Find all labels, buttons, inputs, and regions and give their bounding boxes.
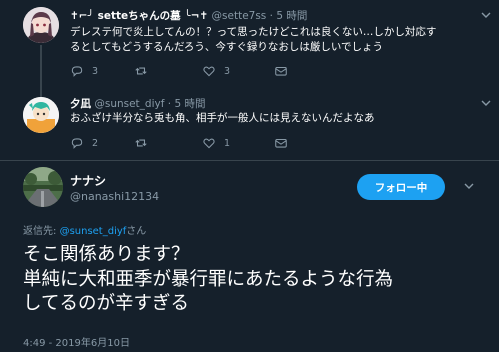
- divider: [0, 160, 499, 161]
- display-name[interactable]: ナナシ: [70, 172, 106, 189]
- like-count: 1: [224, 137, 231, 149]
- handle[interactable]: @nanashi12134: [70, 190, 159, 203]
- action-bar: 3 3: [70, 64, 450, 80]
- chevron-down-icon[interactable]: [479, 97, 493, 111]
- separator: ·: [167, 98, 172, 110]
- thread-line: [40, 90, 42, 97]
- tweet-text-line: そこ関係あります？: [23, 244, 190, 265]
- tweet-text-line: してるのが辛すぎる: [23, 293, 189, 314]
- timestamp[interactable]: 5 時間: [276, 10, 307, 22]
- like-button[interactable]: 1: [202, 136, 230, 150]
- separator: ·: [269, 10, 273, 22]
- like-icon: [203, 66, 215, 77]
- reply-tweet-1[interactable]: ✝⌐╯ setteちゃんの墓 ╰¬✝ @sette7ss · 5 時間 デレステ…: [0, 0, 499, 97]
- reply-button[interactable]: 3: [70, 64, 98, 78]
- tweet-text-line: デレステ何で炎上してんの！？って思ったけどこれは良くない…しかし対応す: [70, 26, 437, 38]
- action-bar: 2 1: [70, 136, 450, 152]
- display-name[interactable]: 夕凪: [70, 98, 91, 110]
- tweet-text: デレステ何で炎上してんの！？って思ったけどこれは良くない…しかし対応す るとして…: [70, 25, 436, 55]
- main-tweet-text: そこ関係あります？ 単純に大和亜季が暴行罪にあたるような行為 してるのが辛すぎる: [23, 243, 393, 317]
- dm-icon: [275, 66, 287, 76]
- reply-count: 2: [92, 137, 99, 149]
- tweet-text-line: おふざけ半分なら兎も角、相手が一般人には見えないんだよなあ: [70, 112, 375, 124]
- dm-icon: [275, 138, 287, 148]
- replying-prefix: 返信先:: [23, 226, 60, 237]
- retweet-button[interactable]: [134, 136, 156, 150]
- like-icon: [203, 138, 215, 149]
- tweet-text-line: 単純に大和亜季が暴行罪にあたるような行為: [23, 268, 394, 290]
- chevron-down-icon[interactable]: [462, 180, 476, 194]
- replying-suffix: さん: [126, 226, 147, 237]
- tweet-text-line: るとしてもどうするんだろう、今すぐ録りなおしは厳しいでしょう: [70, 41, 384, 53]
- retweet-icon: [135, 67, 147, 75]
- chevron-down-icon[interactable]: [479, 9, 493, 23]
- reply-icon: [71, 138, 83, 149]
- handle[interactable]: @sunset_diyf: [94, 98, 164, 110]
- tweet-text: おふざけ半分なら兎も角、相手が一般人には見えないんだよなあ: [70, 111, 375, 126]
- dm-button[interactable]: [274, 64, 288, 78]
- reply-count: 3: [92, 65, 99, 77]
- avatar[interactable]: [23, 167, 63, 207]
- following-button[interactable]: フォロー中: [357, 174, 445, 200]
- retweet-icon: [135, 139, 147, 147]
- avatar[interactable]: [23, 7, 59, 43]
- dm-button[interactable]: [274, 136, 288, 150]
- handle[interactable]: @sette7ss: [212, 10, 267, 22]
- like-count: 3: [224, 65, 231, 77]
- reply-tweet-2[interactable]: 夕凪 @sunset_diyf · 5 時間 おふざけ半分なら兎も角、相手が一般…: [0, 90, 499, 161]
- replying-to: 返信先: @sunset_diyfさん: [23, 222, 146, 237]
- avatar[interactable]: [23, 97, 59, 133]
- like-button[interactable]: 3: [202, 64, 230, 78]
- replying-to-link[interactable]: @sunset_diyf: [60, 226, 127, 237]
- display-name[interactable]: ✝⌐╯ setteちゃんの墓 ╰¬✝: [70, 10, 208, 22]
- reply-header: 夕凪 @sunset_diyf · 5 時間: [70, 97, 205, 111]
- retweet-button[interactable]: [134, 64, 156, 78]
- timestamp[interactable]: 5 時間: [174, 98, 205, 110]
- tweet-timestamp[interactable]: 4:49 - 2019年6月10日: [23, 334, 130, 349]
- reply-icon: [71, 66, 83, 77]
- reply-button[interactable]: 2: [70, 136, 98, 150]
- reply-header: ✝⌐╯ setteちゃんの墓 ╰¬✝ @sette7ss · 5 時間: [70, 9, 307, 23]
